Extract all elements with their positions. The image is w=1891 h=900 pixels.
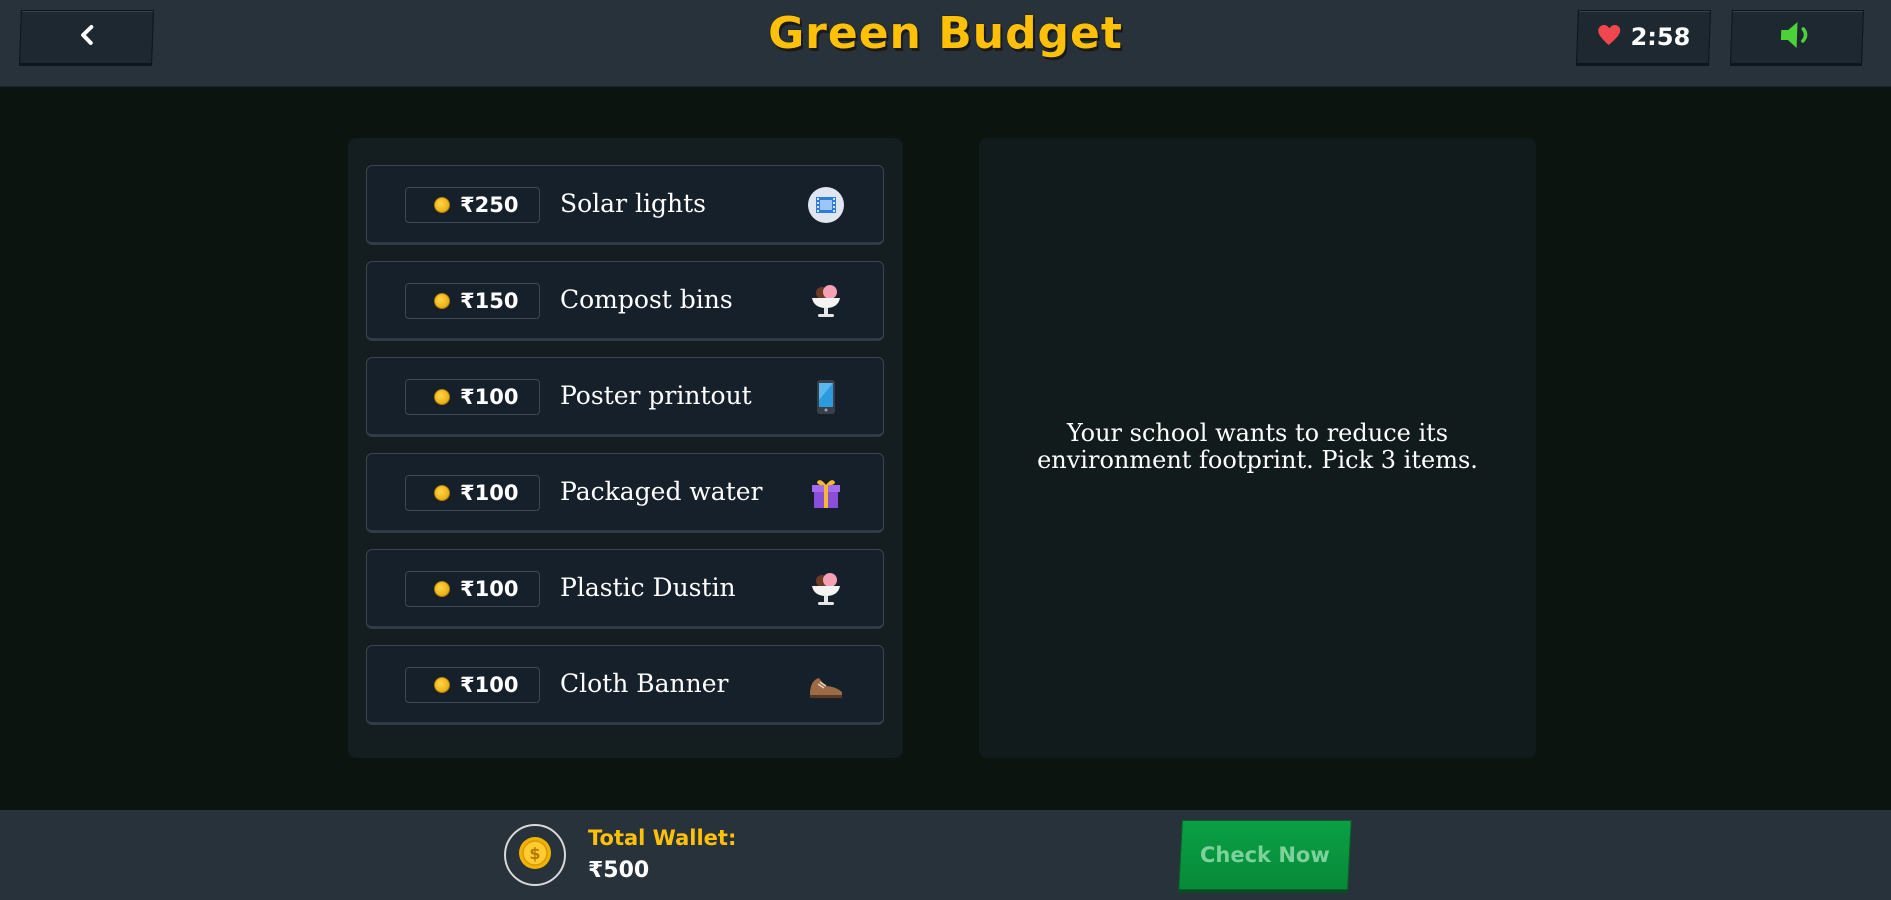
list-item[interactable]: ₹100 Packaged water: [366, 453, 884, 533]
list-item[interactable]: ₹150 Compost bins: [366, 261, 884, 341]
item-price: ₹100: [460, 673, 519, 697]
svg-text:$: $: [529, 844, 540, 863]
item-price: ₹100: [460, 385, 519, 409]
check-now-label: Check Now: [1200, 843, 1330, 867]
list-item[interactable]: ₹100 Poster printout: [366, 357, 884, 437]
item-price: ₹150: [460, 289, 519, 313]
price-tag: ₹100: [405, 379, 540, 415]
items-panel: ₹250 Solar lights ₹150 Compost bins ₹100…: [348, 138, 903, 758]
list-item[interactable]: ₹250 Solar lights: [366, 165, 884, 245]
timer-value: 2:58: [1630, 23, 1691, 51]
wallet-coin-badge: $: [504, 824, 566, 886]
price-tag: ₹250: [405, 187, 540, 223]
coin-icon: [434, 197, 450, 213]
item-label: Plastic Dustin: [560, 573, 736, 602]
item-label: Cloth Banner: [560, 669, 729, 698]
coin-icon: [434, 485, 450, 501]
bottom-bar: $ Total Wallet: ₹500 Check Now: [0, 810, 1891, 900]
check-now-button[interactable]: Check Now: [1178, 820, 1352, 890]
price-tag: ₹100: [405, 571, 540, 607]
sound-toggle-button[interactable]: [1730, 10, 1864, 64]
ice-cream-icon: [807, 282, 845, 320]
heart-icon: [1596, 24, 1621, 50]
wallet-label: Total Wallet:: [588, 826, 737, 850]
top-bar: Green Budget 2:58: [0, 0, 1891, 87]
coin-icon: [434, 677, 450, 693]
coin-icon: [434, 389, 450, 405]
list-item[interactable]: ₹100 Plastic Dustin: [366, 549, 884, 629]
ice-cream-icon: [807, 570, 845, 608]
item-label: Poster printout: [560, 381, 752, 410]
timer-display: 2:58: [1576, 10, 1711, 64]
item-price: ₹100: [460, 577, 519, 601]
wallet-value: ₹500: [588, 858, 650, 883]
list-item[interactable]: ₹100 Cloth Banner: [366, 645, 884, 725]
item-price: ₹100: [460, 481, 519, 505]
price-tag: ₹150: [405, 283, 540, 319]
shoe-icon: [807, 666, 845, 704]
coin-icon: [434, 581, 450, 597]
price-tag: ₹100: [405, 667, 540, 703]
item-label: Solar lights: [560, 189, 706, 218]
film-frames-icon: [807, 186, 845, 224]
item-label: Packaged water: [560, 477, 763, 506]
dollar-coin-icon: $: [518, 836, 552, 874]
mobile-phone-icon: [807, 378, 845, 416]
price-tag: ₹100: [405, 475, 540, 511]
item-label: Compost bins: [560, 285, 733, 314]
item-price: ₹250: [460, 193, 519, 217]
gift-icon: [807, 474, 845, 512]
instructions-panel: Your school wants to reduce its environm…: [979, 138, 1536, 758]
coin-icon: [434, 293, 450, 309]
instructions-text: Your school wants to reduce its environm…: [1037, 419, 1478, 474]
speaker-icon: [1776, 20, 1817, 54]
